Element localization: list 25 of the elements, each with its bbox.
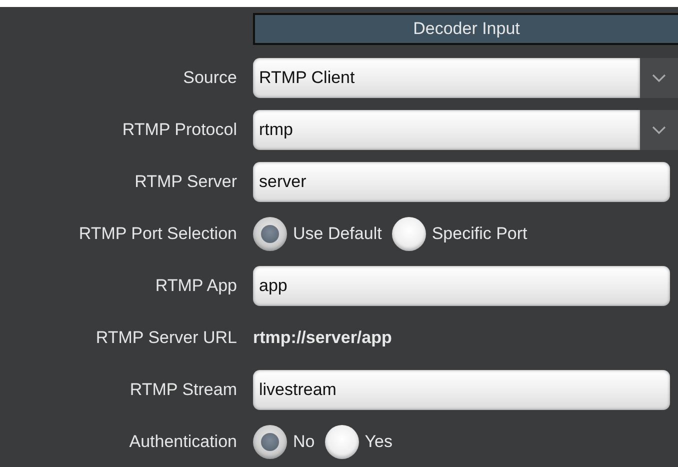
dropdown[interactable]: rtmp (253, 110, 640, 150)
input-field[interactable]: server (253, 162, 670, 202)
radio-button[interactable] (253, 217, 287, 251)
chevron-down-icon (652, 74, 666, 82)
field-label: RTMP Server (134, 172, 237, 192)
field-label: RTMP Protocol (121, 120, 237, 140)
radio-button[interactable] (253, 425, 287, 459)
field-label: RTMP Server URL (94, 328, 237, 348)
field-label: Authentication (128, 432, 237, 452)
field-label: RTMP App (154, 276, 237, 296)
section-header: Decoder Input (253, 13, 678, 45)
radio-label: Specific Port (432, 224, 528, 244)
dropdown[interactable]: RTMP Client (253, 58, 640, 98)
radio-button[interactable] (392, 217, 426, 251)
field-label: RTMP Stream (128, 380, 237, 400)
url-value: rtmp://server/app (253, 328, 392, 348)
field-label: RTMP Port Selection (78, 224, 237, 244)
field-label: Source (182, 68, 237, 88)
input-field[interactable]: livestream (253, 370, 670, 410)
radio-label: No (293, 432, 315, 452)
radio-button[interactable] (324, 425, 359, 459)
radio-label: Yes (364, 432, 392, 452)
input-field[interactable]: app (253, 266, 670, 306)
chevron-down-icon (652, 126, 666, 134)
radio-label: Use Default (293, 224, 382, 244)
